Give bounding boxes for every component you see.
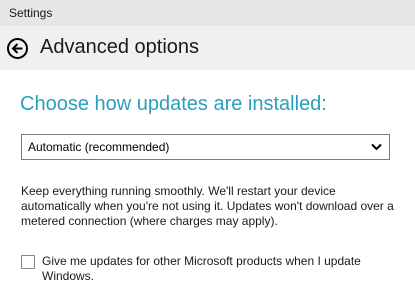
install-method-value: Automatic (recommended) xyxy=(28,140,170,154)
install-method-dropdown[interactable]: Automatic (recommended) xyxy=(21,134,390,160)
chevron-down-icon xyxy=(371,143,382,151)
update-description: Keep everything running smoothly. We'll … xyxy=(21,184,401,229)
description-line: automatically when you're not using it. … xyxy=(21,199,394,213)
description-line: Keep everything running smoothly. We'll … xyxy=(21,184,336,198)
description-line: metered connection (where charges may ap… xyxy=(21,214,278,228)
back-arrow-circle-icon xyxy=(11,43,23,54)
updates-heading: Choose how updates are installed: xyxy=(20,93,327,115)
microsoft-updates-checkbox[interactable] xyxy=(21,255,35,269)
microsoft-updates-label[interactable]: Give me updates for other Microsoft prod… xyxy=(42,254,397,284)
microsoft-updates-option[interactable]: Give me updates for other Microsoft prod… xyxy=(21,254,401,286)
page-header: Advanced options xyxy=(0,26,415,70)
window-title: Settings xyxy=(9,6,53,20)
back-button[interactable] xyxy=(7,38,28,59)
window-titlebar: Settings xyxy=(0,0,415,26)
page-title: Advanced options xyxy=(40,36,200,58)
